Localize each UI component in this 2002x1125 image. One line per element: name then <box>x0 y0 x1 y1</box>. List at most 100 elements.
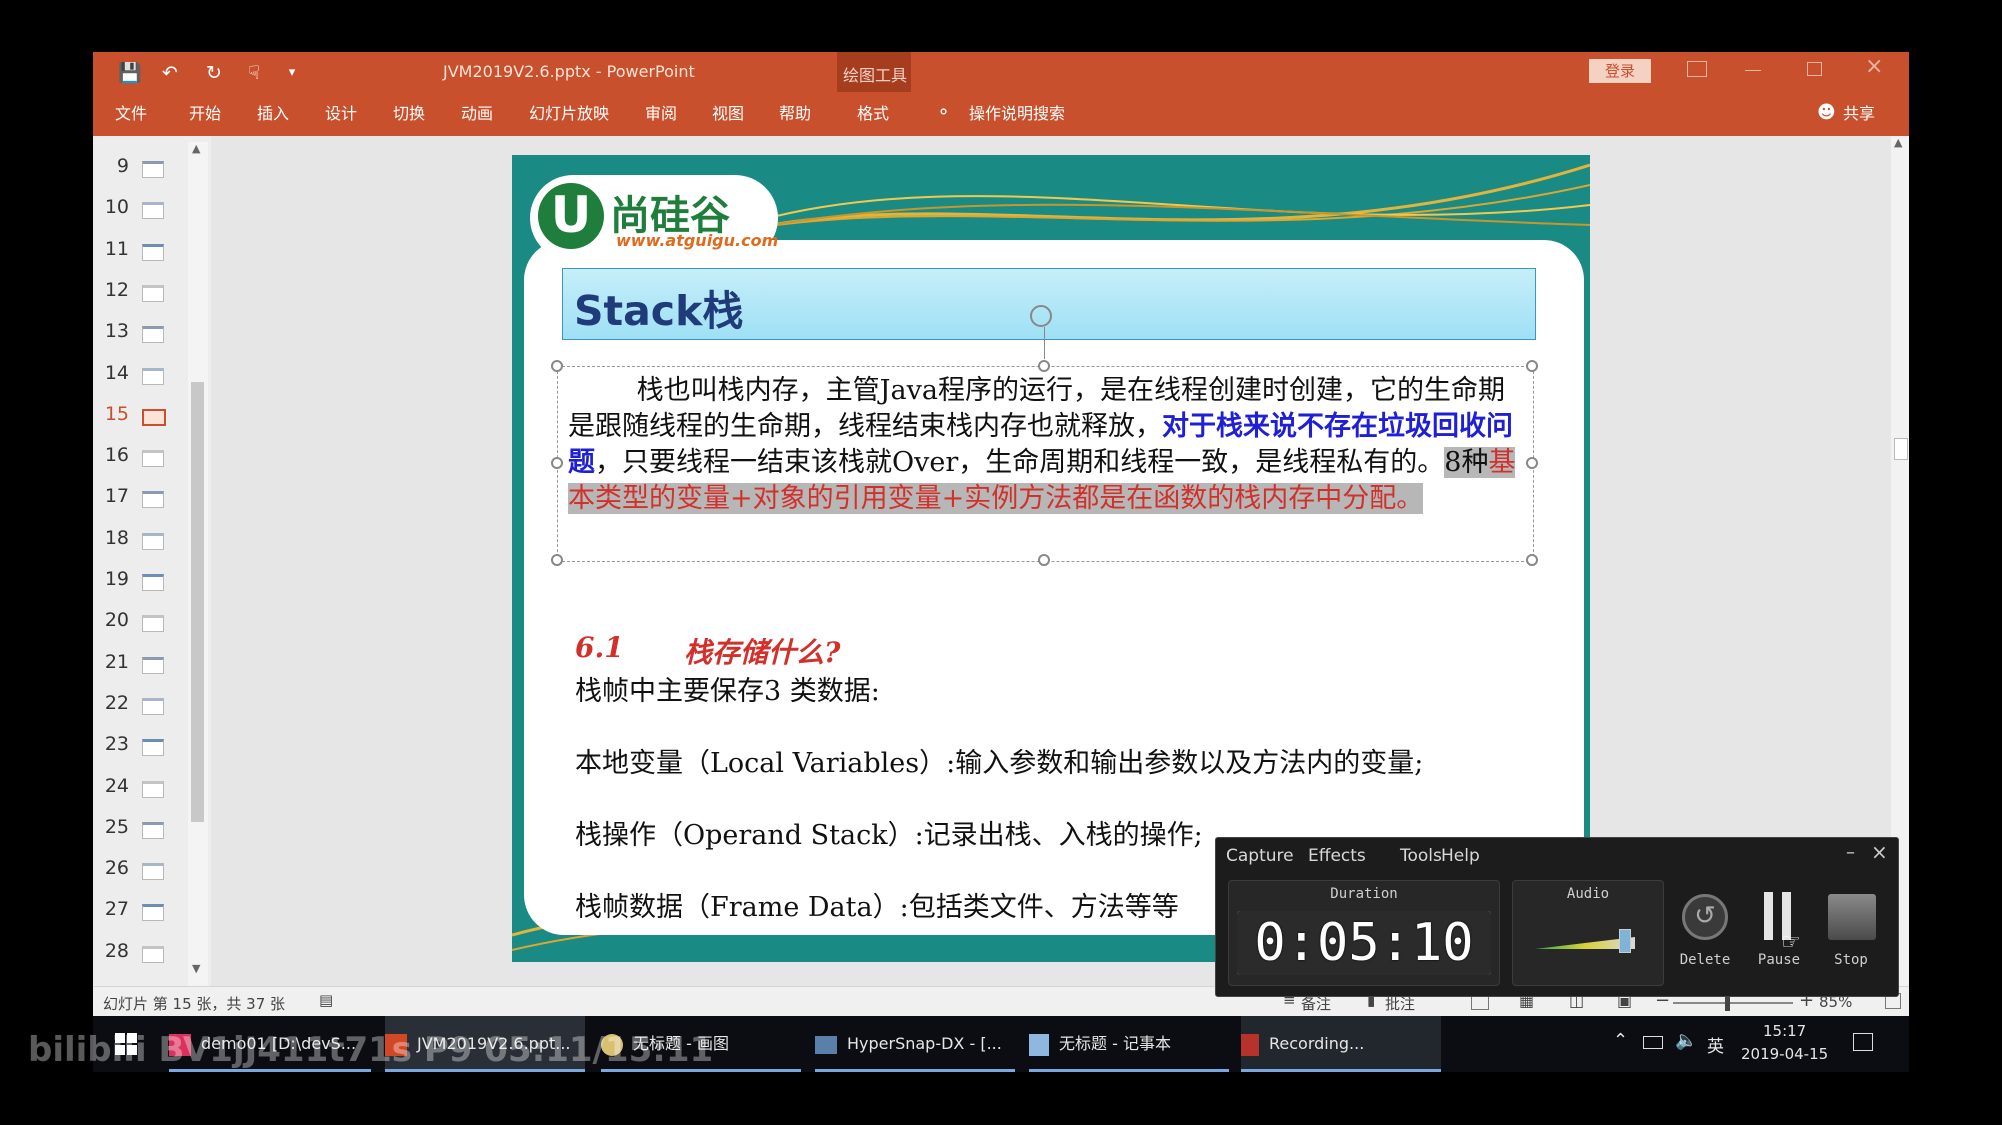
ime-indicator[interactable]: 英 <box>1707 1032 1724 1057</box>
slide-thumbnail-icon[interactable] <box>142 904 164 922</box>
slide-thumbnail-icon[interactable] <box>142 821 164 839</box>
slide-thumbnail-item[interactable]: 22 <box>93 687 211 728</box>
tab-format[interactable]: 格式 <box>857 92 889 136</box>
tab-slideshow[interactable]: 幻灯片放映 <box>529 92 609 136</box>
spellcheck-icon[interactable]: ▤ <box>319 991 333 1009</box>
tab-home[interactable]: 开始 <box>189 92 221 136</box>
recorder-minimize-icon[interactable]: – <box>1846 842 1855 863</box>
slide-thumbnail-item[interactable]: 25 <box>93 811 211 852</box>
slide-thumbnail-item[interactable]: 23 <box>93 728 211 769</box>
slide-thumbnail-item[interactable]: 19 <box>93 563 211 604</box>
recorder-menu-help[interactable]: Help <box>1441 846 1480 866</box>
resize-handle[interactable] <box>551 360 563 372</box>
slide-thumbnail-item[interactable]: 21 <box>93 646 211 687</box>
slide-thumbnail-item[interactable]: 27 <box>93 893 211 934</box>
pause-label[interactable]: Pause <box>1746 952 1812 968</box>
slide-thumbnail-icon[interactable] <box>142 780 164 798</box>
rotate-handle-icon[interactable] <box>1030 305 1052 327</box>
slide-thumbnail-icon[interactable] <box>142 326 164 344</box>
volume-muted-icon[interactable]: 🔈 <box>1675 1030 1697 1051</box>
tell-me-search[interactable]: 操作说明搜索 <box>969 92 1065 136</box>
restore-icon[interactable] <box>1807 62 1822 76</box>
slide-thumbnail-icon[interactable] <box>142 367 164 385</box>
zoom-slider-thumb[interactable] <box>1725 995 1730 1011</box>
customize-qat-icon[interactable]: ▾ <box>279 60 305 86</box>
slide-thumbnail-icon[interactable] <box>142 450 164 468</box>
slide-thumbnail-icon[interactable] <box>142 408 166 426</box>
slide-thumbnail-icon[interactable] <box>142 202 164 220</box>
share-button[interactable]: 共享 <box>1843 92 1875 136</box>
audio-volume-slider[interactable] <box>1619 929 1631 953</box>
slide-thumbnail-item[interactable]: 18 <box>93 522 211 563</box>
tab-help[interactable]: 帮助 <box>779 92 811 136</box>
resize-handle[interactable] <box>1526 360 1538 372</box>
stop-label[interactable]: Stop <box>1818 952 1884 968</box>
slide-thumbnail-icon[interactable] <box>142 945 164 963</box>
slide-thumbnail-icon[interactable] <box>142 243 164 261</box>
tab-transitions[interactable]: 切换 <box>393 92 425 136</box>
tab-file[interactable]: 文件 <box>115 92 147 136</box>
delete-icon[interactable]: ↺ <box>1682 894 1728 940</box>
slide-thumbnail-icon[interactable] <box>142 161 164 178</box>
recorder-menu-capture[interactable]: Capture <box>1226 846 1294 866</box>
slide-thumbnail-icon[interactable] <box>142 656 164 674</box>
tab-animations[interactable]: 动画 <box>461 92 493 136</box>
undo-icon[interactable]: ↶ <box>157 60 183 86</box>
slide-thumbnail-item[interactable]: 16 <box>93 439 211 480</box>
clock-time[interactable]: 15:17 <box>1763 1022 1806 1040</box>
canvas-scroll-up-icon[interactable]: ▲ <box>1894 136 1902 149</box>
slide-thumbnail-item[interactable]: 26 <box>93 852 211 893</box>
notification-icon[interactable] <box>1853 1033 1873 1051</box>
taskbar-item-hypersnap[interactable]: HyperSnap-DX - [... <box>815 1016 1015 1072</box>
recorder-menu-effects[interactable]: Effects <box>1308 846 1366 866</box>
share-icon[interactable]: ☻ <box>1817 102 1836 123</box>
slide-thumbnail-item[interactable]: 17 <box>93 480 211 521</box>
slide-thumbnail-item[interactable]: 12 <box>93 274 211 315</box>
slide-thumbnail-item[interactable]: 15 <box>93 398 211 439</box>
taskbar-item-notepad[interactable]: 无标题 - 记事本 <box>1029 1016 1229 1072</box>
resize-handle[interactable] <box>1038 554 1050 566</box>
slide-thumbnail-item[interactable]: 13 <box>93 315 211 356</box>
slide-thumbnail-icon[interactable] <box>142 491 164 509</box>
tab-view[interactable]: 视图 <box>712 92 744 136</box>
resize-handle[interactable] <box>551 457 563 469</box>
slide-thumbnail-icon[interactable] <box>142 574 164 591</box>
resize-handle[interactable] <box>1526 457 1538 469</box>
slide-thumbnail-icon[interactable] <box>142 284 164 302</box>
login-button[interactable]: 登录 <box>1589 59 1651 83</box>
slide-thumbnail-item[interactable]: 11 <box>93 233 211 274</box>
close-icon[interactable]: × <box>1865 54 1883 79</box>
minimize-icon[interactable] <box>1745 70 1761 71</box>
ribbon-display-icon[interactable] <box>1687 61 1707 77</box>
save-icon[interactable]: 💾 <box>117 60 143 86</box>
battery-icon[interactable] <box>1643 1036 1663 1049</box>
resize-handle[interactable] <box>1526 554 1538 566</box>
slide-thumbnail-item[interactable]: 28 <box>93 935 211 976</box>
slide-thumbnail-item[interactable]: 10 <box>93 191 211 232</box>
slide-thumbnail-item[interactable]: 24 <box>93 770 211 811</box>
recorder-close-icon[interactable]: × <box>1871 840 1888 864</box>
tab-review[interactable]: 审阅 <box>645 92 677 136</box>
zoom-slider[interactable] <box>1673 1002 1793 1004</box>
tab-insert[interactable]: 插入 <box>257 92 289 136</box>
stop-icon[interactable] <box>1828 894 1876 940</box>
clock-date[interactable]: 2019-04-15 <box>1741 1045 1828 1063</box>
recorder-menu-tools[interactable]: Tools <box>1400 846 1442 866</box>
redo-icon[interactable]: ↻ <box>201 60 227 86</box>
taskbar-item-recording[interactable]: Recording... <box>1241 1016 1441 1072</box>
slide-thumbnail-item[interactable]: 9 <box>93 150 211 191</box>
stack-paragraph[interactable]: 栈也叫栈内存，主管Java程序的运行，是在线程创建时创建，它的生命期是跟随线程的… <box>568 373 1518 517</box>
slide-thumbnail-item[interactable]: 14 <box>93 357 211 398</box>
resize-handle[interactable] <box>551 554 563 566</box>
canvas-scroll-thumb[interactable] <box>1894 438 1908 460</box>
resize-handle[interactable] <box>1038 360 1050 372</box>
slide-thumbnail-icon[interactable] <box>142 863 164 881</box>
tab-design[interactable]: 设计 <box>325 92 357 136</box>
slide-thumbnail-icon[interactable] <box>142 615 164 633</box>
slide-thumbnail-item[interactable]: 20 <box>93 604 211 645</box>
slide-thumbnail-icon[interactable] <box>142 739 164 757</box>
slide-thumbnail-icon[interactable] <box>142 532 164 550</box>
show-hidden-icons-icon[interactable]: ⌃ <box>1613 1030 1628 1051</box>
slide-thumbnail-icon[interactable] <box>142 697 164 715</box>
delete-label[interactable]: Delete <box>1672 952 1738 968</box>
